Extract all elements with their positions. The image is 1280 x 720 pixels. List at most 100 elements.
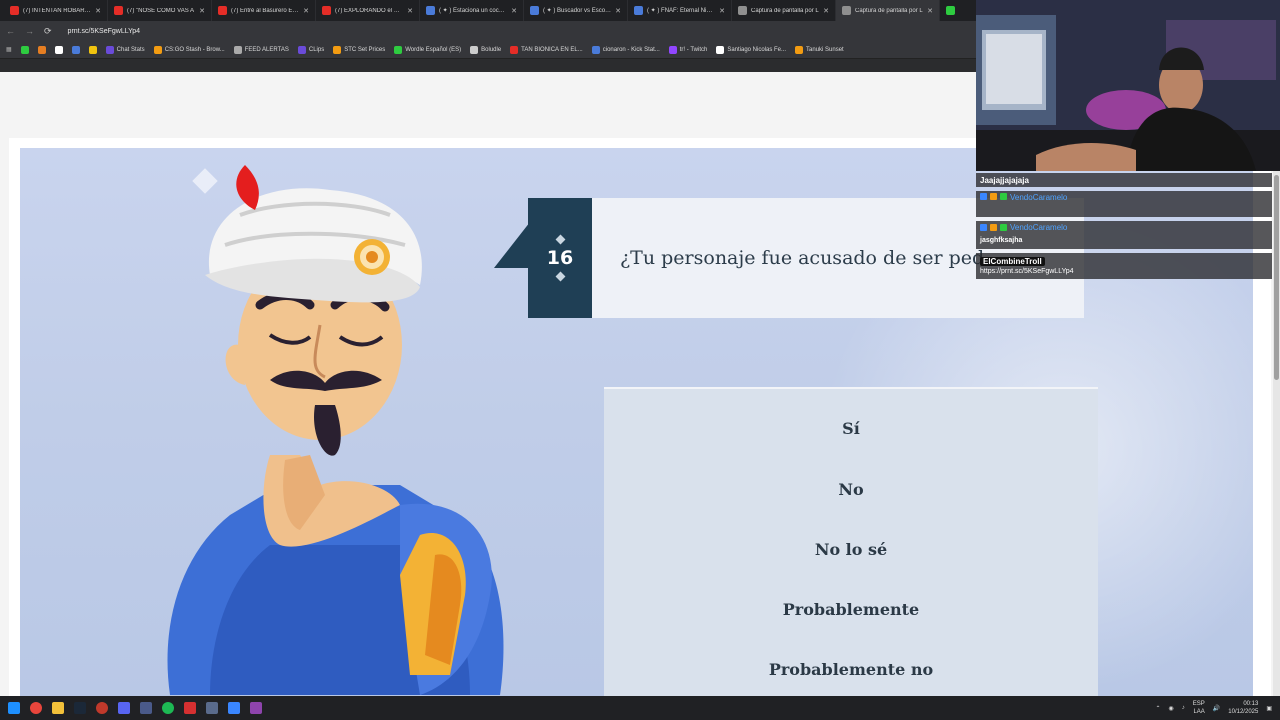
tab-label: (7) EXPLORANDO el CERR bbox=[335, 7, 404, 14]
bookmark-item[interactable] bbox=[54, 45, 63, 54]
language-indicator[interactable]: ESP LAA bbox=[1193, 700, 1205, 716]
discord-icon[interactable] bbox=[118, 702, 130, 714]
browser-tab[interactable]: Captura de pantalla por L ✕ bbox=[836, 0, 940, 21]
close-tab-icon[interactable]: ✕ bbox=[719, 7, 725, 15]
bookmark-label: cionaron - Kick Stat... bbox=[602, 46, 660, 53]
apps-icon[interactable]: ▦ bbox=[6, 46, 12, 53]
tab-favicon-icon bbox=[114, 6, 123, 15]
spotify-icon[interactable] bbox=[162, 702, 174, 714]
bookmark-item[interactable]: TAN BIONICA EN EL... bbox=[510, 45, 583, 54]
bookmark-label: TAN BIONICA EN EL... bbox=[521, 46, 583, 53]
bookmark-item[interactable]: CLips bbox=[297, 45, 325, 54]
answer-dont-know[interactable]: No lo sé bbox=[604, 540, 1098, 559]
clock-date: 10/12/2025 bbox=[1228, 709, 1259, 715]
bookmark-item[interactable]: Boludle bbox=[470, 45, 502, 54]
clock[interactable]: 00:13 10/12/2025 bbox=[1228, 700, 1258, 716]
browser-tab[interactable]: (7) INTENTAN ROBARME ✕ bbox=[4, 0, 108, 21]
app-icon[interactable] bbox=[140, 702, 152, 714]
close-tab-icon[interactable]: ✕ bbox=[95, 7, 101, 15]
bookmark-item[interactable]: FEED ALERTAS bbox=[233, 45, 289, 54]
badge-icon bbox=[980, 193, 987, 200]
bookmark-item[interactable] bbox=[37, 45, 46, 54]
notification-icon[interactable]: ▣ bbox=[1266, 705, 1272, 712]
chat-username[interactable]: VendoCaramelo bbox=[1010, 193, 1067, 202]
app-icon[interactable] bbox=[228, 702, 240, 714]
browser-tab[interactable]: ( ✦ ) FNAF: Eternal Nights ✕ bbox=[628, 0, 732, 21]
answer-probably-not[interactable]: Probablemente no bbox=[604, 660, 1098, 679]
close-tab-icon[interactable]: ✕ bbox=[615, 7, 621, 15]
app-icon[interactable] bbox=[96, 702, 108, 714]
answers-panel: Sí No No lo sé Probablemente Probablemen… bbox=[604, 387, 1098, 696]
browser-tab[interactable]: ( ✦ ) Estaciona un cochecit ✕ bbox=[420, 0, 524, 21]
bookmark-item[interactable] bbox=[71, 45, 80, 54]
steam-icon[interactable] bbox=[74, 702, 86, 714]
microphone-icon[interactable]: ♪ bbox=[1182, 705, 1185, 711]
bookmark-favicon-icon bbox=[795, 45, 804, 54]
url-field[interactable]: prnt.sc/5KSeFgwLLYp4 bbox=[68, 28, 141, 35]
bookmark-favicon-icon bbox=[470, 45, 479, 54]
bookmark-item[interactable] bbox=[20, 45, 29, 54]
bookmark-item[interactable]: Chat Stats bbox=[105, 45, 145, 54]
chat-message: VendoCaramelo jasghfksajha bbox=[976, 221, 1272, 249]
answer-no[interactable]: No bbox=[604, 480, 1098, 499]
chrome-icon[interactable] bbox=[30, 702, 42, 714]
bookmark-item[interactable]: Wordle Español (ES) bbox=[394, 45, 461, 54]
bookmark-item[interactable]: CS:GO Stash - Brow... bbox=[153, 45, 225, 54]
back-icon[interactable]: ← bbox=[6, 26, 15, 36]
diamond-icon bbox=[555, 271, 565, 282]
bookmark-favicon-icon bbox=[394, 45, 403, 54]
bookmark-label: Boludle bbox=[481, 46, 502, 53]
bookmark-favicon-icon bbox=[153, 45, 162, 54]
chat-username[interactable]: ElCombineTroll bbox=[980, 257, 1045, 266]
bookmark-favicon-icon bbox=[54, 45, 63, 54]
tab-favicon-icon bbox=[530, 6, 539, 15]
close-tab-icon[interactable]: ✕ bbox=[303, 7, 309, 15]
app-icon[interactable] bbox=[206, 702, 218, 714]
language-layout: LAA bbox=[1193, 709, 1205, 715]
reload-icon[interactable]: ⟳ bbox=[44, 26, 52, 37]
chat-username[interactable]: VendoCaramelo bbox=[1010, 223, 1067, 232]
bookmark-item[interactable]: tr! - Twitch bbox=[668, 45, 707, 54]
bookmark-item[interactable]: STC Set Prices bbox=[333, 45, 386, 54]
network-icon[interactable]: ◉ bbox=[1169, 705, 1174, 712]
chevron-up-icon[interactable]: ⌃ bbox=[1156, 705, 1161, 712]
browser-tab[interactable]: ( ✦ ) Buscador vs Escondi ✕ bbox=[524, 0, 628, 21]
clock-time: 00:13 bbox=[1243, 701, 1259, 707]
volume-icon[interactable]: 🔊 bbox=[1213, 705, 1220, 712]
badge-icon bbox=[990, 193, 997, 200]
bookmark-item[interactable] bbox=[88, 45, 97, 54]
new-tab-icon[interactable] bbox=[946, 6, 955, 15]
bookmark-label: FEED ALERTAS bbox=[244, 46, 289, 53]
question-pointer bbox=[494, 222, 530, 268]
browser-tab[interactable]: Captura de pantalla por L ✕ bbox=[732, 0, 836, 21]
webcam-scene bbox=[976, 0, 1280, 171]
close-tab-icon[interactable]: ✕ bbox=[407, 7, 413, 15]
forward-icon[interactable]: → bbox=[25, 26, 34, 36]
badge-icon bbox=[980, 224, 987, 231]
app-icon[interactable] bbox=[184, 702, 196, 714]
close-tab-icon[interactable]: ✕ bbox=[199, 7, 205, 15]
answer-yes[interactable]: Sí bbox=[604, 419, 1098, 438]
answer-probably[interactable]: Probablemente bbox=[604, 600, 1098, 619]
bookmark-favicon-icon bbox=[716, 45, 725, 54]
bookmark-item[interactable]: Santiago Nicolas Fe... bbox=[716, 45, 786, 54]
bookmark-label: STC Set Prices bbox=[344, 46, 386, 53]
file-explorer-icon[interactable] bbox=[52, 702, 64, 714]
address-bar-row: ← → ⟳ prnt.sc/5KSeFgwLLYp4 bbox=[0, 21, 976, 41]
browser-tab[interactable]: (7) EXPLORANDO el CERR ✕ bbox=[316, 0, 420, 21]
bookmark-label: CLips bbox=[308, 46, 325, 53]
app-icon[interactable] bbox=[250, 702, 262, 714]
close-tab-icon[interactable]: ✕ bbox=[511, 7, 517, 15]
tab-label: ( ✦ ) Buscador vs Escondi bbox=[543, 8, 612, 14]
close-tab-icon[interactable]: ✕ bbox=[823, 7, 829, 15]
bookmark-item[interactable]: Tanuki Sunset bbox=[795, 45, 844, 54]
bookmark-label: CS:GO Stash - Brow... bbox=[164, 46, 225, 53]
chat-message: Jaajajjajajaja bbox=[976, 173, 1272, 187]
badge-icon bbox=[1000, 224, 1007, 231]
browser-tab[interactable]: (7) Entré al Basurero Electr ✕ bbox=[212, 0, 316, 21]
bookmark-favicon-icon bbox=[37, 45, 46, 54]
bookmark-item[interactable]: cionaron - Kick Stat... bbox=[591, 45, 660, 54]
close-tab-icon[interactable]: ✕ bbox=[927, 7, 933, 15]
browser-tab[interactable]: (7) "NOSE COMO VAS A ✕ bbox=[108, 0, 212, 21]
windows-start-icon[interactable] bbox=[8, 702, 20, 714]
